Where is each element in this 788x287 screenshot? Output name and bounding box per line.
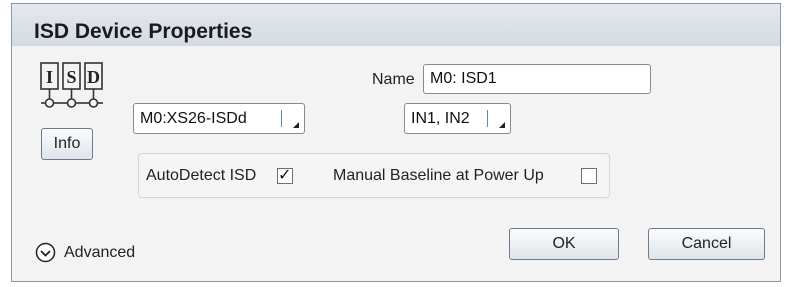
isd-letter-d: D bbox=[87, 67, 100, 87]
isd-letter-i: I bbox=[46, 67, 53, 87]
device-model-value: M0:XS26-ISDd bbox=[140, 110, 247, 127]
info-button-label: Info bbox=[53, 135, 81, 152]
name-label: Name bbox=[372, 71, 415, 88]
inputs-value: IN1, IN2 bbox=[411, 110, 470, 127]
autodetect-label: AutoDetect ISD bbox=[146, 167, 257, 184]
ok-button[interactable]: OK bbox=[509, 228, 619, 260]
dialog-titlebar: ISD Device Properties bbox=[12, 4, 780, 46]
dropdown-arrow-icon bbox=[499, 122, 505, 128]
cancel-button-label: Cancel bbox=[681, 235, 732, 252]
isd-device-properties-dialog: ISD Device Properties I S D Info Name M0… bbox=[11, 3, 781, 282]
chevron-down-circle-icon[interactable] bbox=[35, 242, 56, 263]
autodetect-checkbox[interactable]: ✓ bbox=[277, 165, 293, 184]
device-model-dropdown[interactable]: M0:XS26-ISDd bbox=[133, 103, 305, 134]
checkmark-icon: ✓ bbox=[278, 165, 292, 184]
dropdown-arrow-icon bbox=[293, 122, 299, 128]
options-group: AutoDetect ISD ✓ Manual Baseline at Powe… bbox=[138, 153, 610, 198]
dialog-title: ISD Device Properties bbox=[34, 20, 253, 43]
cancel-button[interactable]: Cancel bbox=[648, 228, 765, 260]
manual-baseline-checkbox[interactable] bbox=[581, 168, 597, 184]
isd-device-icon: I S D bbox=[40, 62, 103, 108]
name-input[interactable]: M0: ISD1 bbox=[423, 64, 651, 94]
info-button[interactable]: Info bbox=[41, 128, 93, 160]
isd-letter-s: S bbox=[66, 67, 76, 87]
ok-button-label: OK bbox=[552, 235, 576, 252]
inputs-dropdown[interactable]: IN1, IN2 bbox=[404, 103, 511, 134]
manual-baseline-label: Manual Baseline at Power Up bbox=[333, 167, 544, 184]
advanced-label[interactable]: Advanced bbox=[64, 244, 135, 262]
